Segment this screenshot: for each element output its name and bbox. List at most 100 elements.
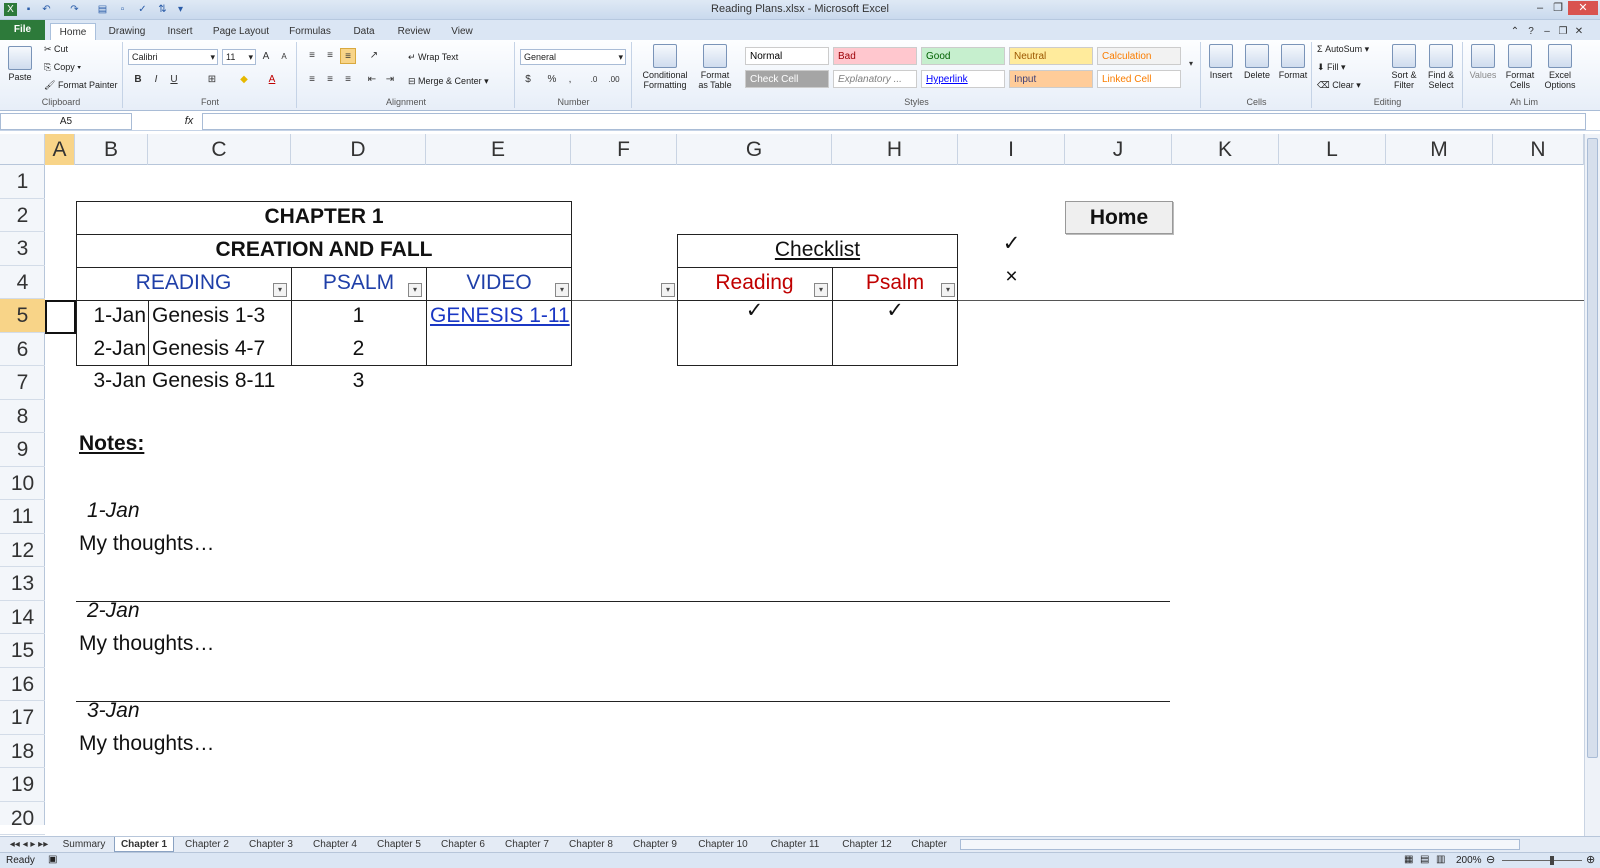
checklist-title[interactable]: Checklist <box>677 234 958 266</box>
style-good[interactable]: Good <box>921 47 1005 65</box>
column-header[interactable]: I <box>958 134 1065 165</box>
borders-icon[interactable]: ⊞ <box>204 72 220 88</box>
number-format-select[interactable]: General ▾ <box>520 49 626 65</box>
format-as-table-button[interactable]: Format as Table <box>695 44 735 90</box>
font-name-select[interactable]: Calibri ▾ <box>128 49 218 65</box>
tab-page-layout[interactable]: Page Layout <box>208 23 274 40</box>
find-select-button[interactable]: Find & Select <box>1423 44 1459 90</box>
plan-psalm[interactable]: 2 <box>291 333 426 365</box>
cut-button[interactable]: ✂ Cut <box>44 44 68 55</box>
row-header[interactable]: 11 <box>0 500 45 534</box>
plan-psalm[interactable]: 3 <box>291 366 426 396</box>
ahlim-format-cells-button[interactable]: Format Cells <box>1502 44 1538 90</box>
doc-close-icon[interactable]: ✕ <box>1572 23 1586 40</box>
orientation-icon[interactable]: ↗ <box>366 48 382 64</box>
align-bottom-icon[interactable]: ≡ <box>340 48 356 64</box>
style-normal[interactable]: Normal <box>745 47 829 65</box>
column-header[interactable]: E <box>426 134 571 165</box>
align-top-icon[interactable]: ≡ <box>304 48 320 64</box>
plan-reading[interactable]: Genesis 4-7 <box>152 333 265 365</box>
horizontal-scrollbar[interactable] <box>960 839 1520 850</box>
zoom-in-icon[interactable]: ⊕ <box>1586 853 1595 866</box>
insert-cells-button[interactable]: Insert <box>1204 44 1238 80</box>
home-button[interactable]: Home <box>1065 201 1173 234</box>
underline-button[interactable]: U <box>166 72 182 88</box>
wrap-text-button[interactable]: ↵ Wrap Text <box>408 52 458 63</box>
style-explanatory[interactable]: Explanatory ... <box>833 70 917 88</box>
column-header[interactable]: D <box>291 134 426 165</box>
filter-dropdown-icon[interactable]: ▾ <box>555 283 569 297</box>
vertical-scrollbar[interactable] <box>1584 134 1600 836</box>
tab-review[interactable]: Review <box>390 23 438 40</box>
paste-button[interactable]: Paste <box>4 46 36 82</box>
decrease-decimal-icon[interactable]: .00 <box>606 72 622 88</box>
column-header[interactable]: C <box>148 134 291 165</box>
grow-font-icon[interactable]: A <box>258 49 274 65</box>
plan-date[interactable]: 2-Jan <box>76 333 146 365</box>
page-break-view-icon[interactable]: ▥ <box>1436 854 1445 865</box>
align-middle-icon[interactable]: ≡ <box>322 48 338 64</box>
filter-dropdown-icon[interactable]: ▾ <box>661 283 675 297</box>
plan-date[interactable]: 3-Jan <box>76 366 146 396</box>
tab-view[interactable]: View <box>444 23 480 40</box>
sheet-tab[interactable]: Chapter 7 <box>496 837 558 852</box>
check-mark-icon[interactable]: ✓ <box>958 228 1065 260</box>
decrease-indent-icon[interactable]: ⇤ <box>364 72 380 88</box>
page-layout-view-icon[interactable]: ▤ <box>1420 854 1429 865</box>
tab-data[interactable]: Data <box>344 23 384 40</box>
sheet-tab[interactable]: Chapter 11 <box>760 837 830 852</box>
format-painter-button[interactable]: 🖌 Format Painter <box>44 80 117 91</box>
column-header[interactable]: G <box>677 134 832 165</box>
font-size-select[interactable]: 11 ▾ <box>222 49 256 65</box>
row-header[interactable]: 7 <box>0 366 45 400</box>
plan-date[interactable]: 1-Jan <box>76 300 146 332</box>
styles-more-icon[interactable]: ▾ <box>1183 56 1199 72</box>
column-header[interactable]: F <box>571 134 677 165</box>
scrollbar-thumb[interactable] <box>1587 138 1598 758</box>
name-box[interactable]: A5 <box>0 113 132 130</box>
sheet-tab[interactable]: Chapter 8 <box>560 837 622 852</box>
sheet-tab[interactable]: Chapter 12 <box>832 837 902 852</box>
macro-record-icon[interactable]: ▣ <box>48 854 57 865</box>
shrink-font-icon[interactable]: A <box>276 49 292 65</box>
column-header[interactable]: A <box>45 134 75 165</box>
filter-dropdown-icon[interactable]: ▾ <box>408 283 422 297</box>
column-header[interactable]: K <box>1172 134 1279 165</box>
chapter-subtitle[interactable]: CREATION AND FALL <box>76 234 572 266</box>
autosum-button[interactable]: Σ AutoSum ▾ <box>1317 44 1369 55</box>
sheet-tab[interactable]: Chapter 4 <box>304 837 366 852</box>
zoom-level[interactable]: 200% <box>1456 855 1482 866</box>
currency-icon[interactable]: $ <box>520 72 536 88</box>
comma-button[interactable]: , <box>562 72 578 88</box>
row-header[interactable]: 4 <box>0 266 45 299</box>
increase-decimal-icon[interactable]: .0 <box>586 72 602 88</box>
row-header[interactable]: 10 <box>0 467 45 500</box>
row-header[interactable]: 14 <box>0 601 45 634</box>
style-input[interactable]: Input <box>1009 70 1093 88</box>
align-right-icon[interactable]: ≡ <box>340 72 356 88</box>
tab-formulas[interactable]: Formulas <box>282 23 338 40</box>
plan-reading[interactable]: Genesis 8-11 <box>152 366 275 396</box>
fill-color-icon[interactable]: ◆ <box>236 72 252 88</box>
row-header[interactable]: 20 <box>0 802 45 835</box>
copy-button[interactable]: ⎘ Copy ▾ <box>44 62 81 73</box>
plan-reading[interactable]: Genesis 1-3 <box>152 300 265 332</box>
row-header[interactable]: 9 <box>0 433 45 467</box>
sheet-tab[interactable]: Chapter 5 <box>368 837 430 852</box>
active-cell-selection[interactable] <box>45 300 76 334</box>
tab-home[interactable]: Home <box>50 23 96 40</box>
note-date[interactable]: 2-Jan <box>87 595 140 627</box>
cross-mark-icon[interactable]: × <box>958 261 1065 293</box>
style-neutral[interactable]: Neutral <box>1009 47 1093 65</box>
sheet-tab[interactable]: Chapter 6 <box>432 837 494 852</box>
row-header[interactable]: 16 <box>0 668 45 701</box>
style-linked-cell[interactable]: Linked Cell <box>1097 70 1181 88</box>
plan-psalm[interactable]: 1 <box>291 300 426 332</box>
row-header[interactable]: 3 <box>0 232 45 266</box>
note-date[interactable]: 3-Jan <box>87 695 140 727</box>
italic-button[interactable]: I <box>148 72 164 88</box>
sheet-tab[interactable]: Chapter 2 <box>176 837 238 852</box>
style-check-cell[interactable]: Check Cell <box>745 70 829 88</box>
row-header[interactable]: 13 <box>0 567 45 601</box>
sheet-tab[interactable]: Chapter 1 <box>114 837 174 852</box>
